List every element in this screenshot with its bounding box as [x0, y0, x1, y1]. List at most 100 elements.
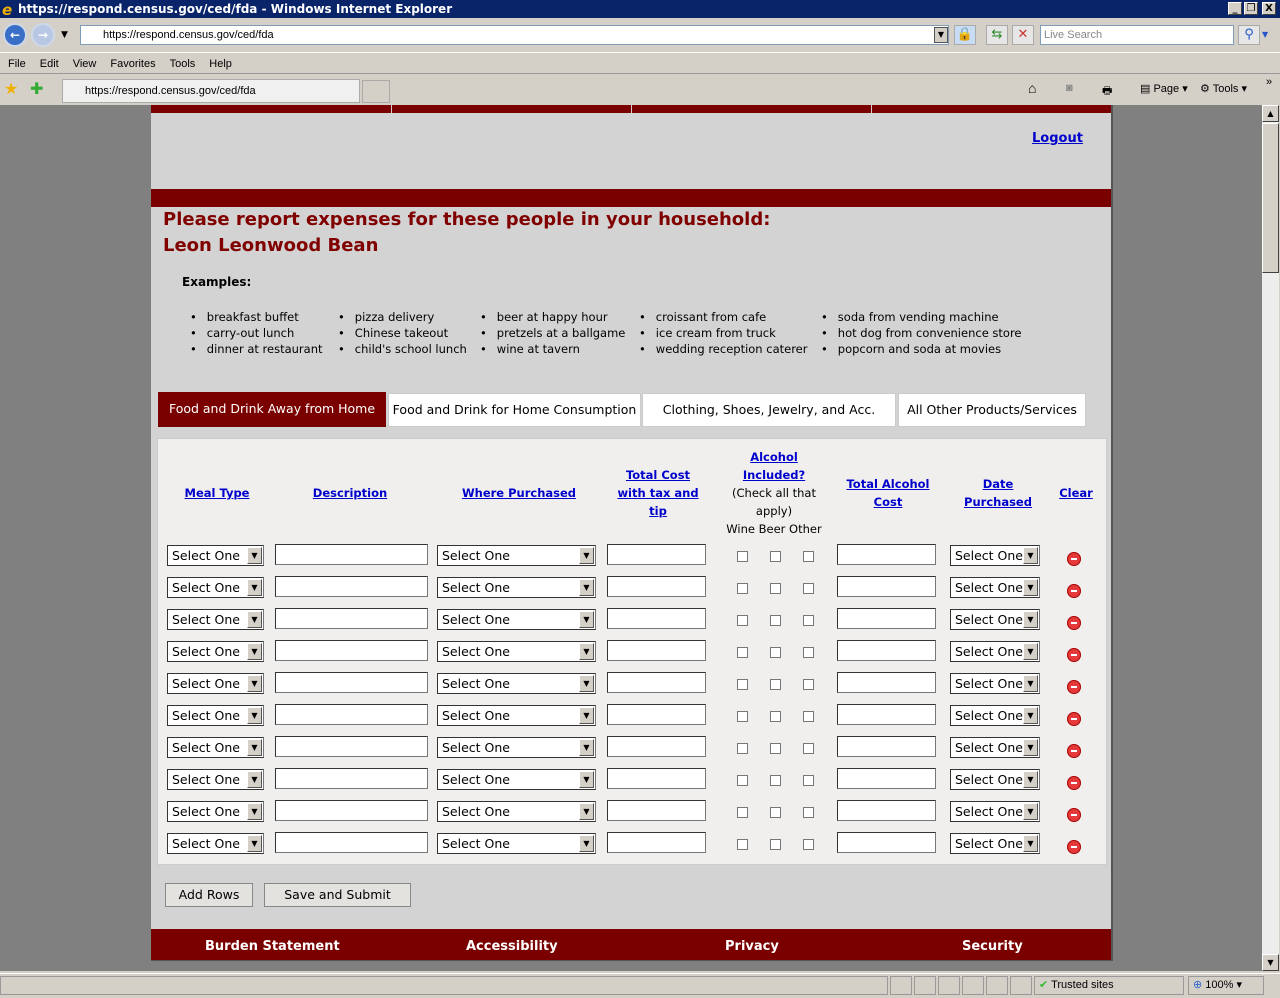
total-cost-input[interactable] [607, 544, 706, 565]
print-icon[interactable]: 🖶 [1102, 82, 1112, 101]
total-alcohol-cost-input[interactable] [837, 768, 936, 789]
live-search-input[interactable]: Live Search [1040, 25, 1234, 45]
description-input[interactable] [275, 640, 428, 661]
tab-food-and-drink-for-home-consumption[interactable]: Food and Drink for Home Consumption [388, 393, 641, 427]
new-tab-button[interactable] [362, 80, 390, 103]
security-zone[interactable]: ✔ Trusted sites [1034, 976, 1184, 995]
date-purchased-select[interactable]: Select One ▼ [950, 673, 1040, 694]
history-dropdown-icon[interactable]: ▼ [61, 30, 68, 40]
meal-type-select[interactable]: Select One ▼ [167, 705, 264, 726]
scroll-up-button[interactable]: ▲ [1262, 105, 1279, 122]
total-cost-header-line[interactable]: tip [607, 502, 709, 520]
total-alcohol-cost-input[interactable] [837, 672, 936, 693]
chevron-down-icon[interactable]: ▼ [579, 771, 594, 788]
date-purchased-header-line[interactable]: Purchased [949, 493, 1047, 511]
where-purchased-select[interactable]: Select One ▼ [437, 577, 596, 598]
where-purchased-select[interactable]: Select One ▼ [437, 833, 596, 854]
description-input[interactable] [275, 704, 428, 725]
beer-checkbox[interactable] [770, 775, 781, 786]
meal-type-select[interactable]: Select One ▼ [167, 577, 264, 598]
beer-checkbox[interactable] [770, 711, 781, 722]
alcohol-included-header-line[interactable]: Alcohol [719, 448, 829, 466]
chevron-down-icon[interactable]: ▼ [1023, 803, 1038, 820]
description-input[interactable] [275, 672, 428, 693]
total-cost-input[interactable] [607, 704, 706, 725]
total-alcohol-cost-header-line[interactable]: Cost [837, 493, 939, 511]
date-purchased-select[interactable]: Select One ▼ [950, 577, 1040, 598]
refresh-button[interactable]: ⇆ [986, 25, 1008, 45]
menu-help[interactable]: Help [209, 58, 232, 70]
total-alcohol-cost-input[interactable] [837, 704, 936, 725]
address-dropdown-icon[interactable]: ▼ [934, 27, 948, 43]
date-purchased-select[interactable]: Select One ▼ [950, 705, 1040, 726]
close-button[interactable]: X [1262, 2, 1276, 15]
scrollbar-thumb[interactable] [1262, 123, 1279, 273]
total-alcohol-cost-input[interactable] [837, 640, 936, 661]
meal-type-select[interactable]: Select One ▼ [167, 609, 264, 630]
chevron-down-icon[interactable]: ▼ [579, 707, 594, 724]
chevron-down-icon[interactable]: ▼ [247, 547, 262, 564]
total-cost-input[interactable] [607, 736, 706, 757]
meal-type-header-text[interactable]: Meal Type [167, 484, 267, 502]
total-cost-header-line[interactable]: with tax and [607, 484, 709, 502]
favorites-star-icon[interactable]: ★ [4, 79, 18, 98]
total-cost-input[interactable] [607, 608, 706, 629]
chevron-down-icon[interactable]: ▼ [247, 835, 262, 852]
total-cost-input[interactable] [607, 832, 706, 853]
privacy-link[interactable]: Privacy [725, 939, 779, 954]
alcohol-included-header-line[interactable]: Included? [719, 466, 829, 484]
where-purchased-header-text[interactable]: Where Purchased [437, 484, 601, 502]
menu-file[interactable]: File [8, 58, 26, 70]
description-input[interactable] [275, 736, 428, 757]
search-icon[interactable]: ⚲ [1238, 25, 1260, 45]
home-icon[interactable]: ⌂ [1028, 80, 1036, 96]
where-purchased-select[interactable]: Select One ▼ [437, 705, 596, 726]
total-cost-input[interactable] [607, 640, 706, 661]
wine-checkbox[interactable] [737, 711, 748, 722]
security-link[interactable]: Security [962, 939, 1023, 954]
clear-row-icon[interactable] [1067, 808, 1081, 822]
date-purchased-select[interactable]: Select One ▼ [950, 545, 1040, 566]
chevron-down-icon[interactable]: ▼ [247, 579, 262, 596]
chevron-down-icon[interactable]: ▼ [579, 835, 594, 852]
chevron-down-icon[interactable]: ▼ [579, 739, 594, 756]
total-cost-input[interactable] [607, 576, 706, 597]
description-input[interactable] [275, 608, 428, 629]
vertical-scrollbar[interactable]: ▲ ▼ [1262, 105, 1279, 971]
wine-checkbox[interactable] [737, 647, 748, 658]
where-purchased-select[interactable]: Select One ▼ [437, 545, 596, 566]
clear-row-icon[interactable] [1067, 648, 1081, 662]
chevron-down-icon[interactable]: ▼ [579, 547, 594, 564]
date-purchased-select[interactable]: Select One ▼ [950, 609, 1040, 630]
clear-row-icon[interactable] [1067, 616, 1081, 630]
chevron-down-icon[interactable]: ▼ [579, 675, 594, 692]
chevron-down-icon[interactable]: ▼ [1023, 707, 1038, 724]
back-button[interactable]: ← [3, 23, 27, 47]
where-purchased-select[interactable]: Select One ▼ [437, 737, 596, 758]
date-purchased-select[interactable]: Select One ▼ [950, 737, 1040, 758]
chevron-down-icon[interactable]: ▼ [1023, 611, 1038, 628]
wine-checkbox[interactable] [737, 839, 748, 850]
add-rows-button[interactable]: Add Rows [165, 883, 253, 907]
total-cost-header-line[interactable]: Total Cost [607, 466, 709, 484]
other-checkbox[interactable] [803, 647, 814, 658]
description-input[interactable] [275, 800, 428, 821]
beer-checkbox[interactable] [770, 647, 781, 658]
meal-type-select[interactable]: Select One ▼ [167, 833, 264, 854]
menu-view[interactable]: View [73, 58, 97, 70]
add-favorite-icon[interactable]: ✚ [30, 79, 43, 98]
meal-type-select[interactable]: Select One ▼ [167, 801, 264, 822]
total-alcohol-cost-input[interactable] [837, 544, 936, 565]
other-checkbox[interactable] [803, 583, 814, 594]
menu-edit[interactable]: Edit [40, 58, 59, 70]
meal-type-select[interactable]: Select One ▼ [167, 641, 264, 662]
other-checkbox[interactable] [803, 551, 814, 562]
restore-button[interactable]: ❐ [1244, 2, 1258, 15]
tools-menu[interactable]: ⚙ Tools ▾ [1200, 82, 1247, 95]
where-purchased-select[interactable]: Select One ▼ [437, 769, 596, 790]
where-purchased-select[interactable]: Select One ▼ [437, 801, 596, 822]
address-bar[interactable]: https://respond.census.gov/ced/fda [80, 25, 949, 45]
chevron-down-icon[interactable]: ▼ [579, 803, 594, 820]
save-and-submit-button[interactable]: Save and Submit [264, 883, 411, 907]
chevron-down-icon[interactable]: ▼ [247, 643, 262, 660]
